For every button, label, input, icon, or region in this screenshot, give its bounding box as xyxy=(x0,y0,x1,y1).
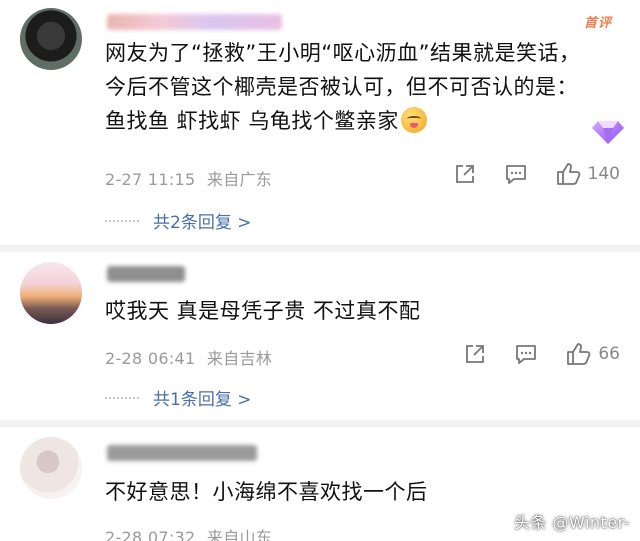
thumbs-up-icon xyxy=(567,343,591,365)
comment-button[interactable] xyxy=(504,163,528,185)
comment-location: 来自山东 xyxy=(206,528,273,541)
avatar[interactable] xyxy=(20,437,82,499)
comment-location: 来自吉林 xyxy=(206,349,273,368)
comment-icon xyxy=(505,165,526,184)
comment-separator xyxy=(0,245,640,252)
comment-text: 哎我天 真是母凭子贵 不过真不配 xyxy=(105,299,421,323)
share-button[interactable] xyxy=(454,163,476,185)
comment-location: 来自广东 xyxy=(206,170,273,189)
share-button[interactable] xyxy=(464,343,486,365)
share-icon xyxy=(455,165,474,183)
comment-time: 2-28 06:41 xyxy=(105,349,196,368)
comment-text: 网友为了“拯救”王小明“呕心沥血”结果就是笑话，今后不管这个椰壳是否被认可，但不… xyxy=(105,41,581,133)
comment-time: 2-28 07:32 xyxy=(105,528,196,541)
like-count: 66 xyxy=(598,344,620,364)
share-icon xyxy=(466,345,485,363)
comment-item: 哎我天 真是母凭子贵 不过真不配 2-28 06:41 来自吉林 66 共1条回… xyxy=(0,252,640,420)
comment-item: 首评 网友为了“拯救”王小明“呕心沥血”结果就是笑话，今后不管这个椰壳是否被认可… xyxy=(0,0,640,245)
comment-actions: 140 xyxy=(426,162,620,186)
comment-time: 2-27 11:15 xyxy=(105,170,196,189)
avatar[interactable] xyxy=(20,262,82,324)
like-button[interactable]: 140 xyxy=(556,162,620,186)
like-count: 140 xyxy=(587,164,620,184)
replies-count-label: 共2条回复 > xyxy=(153,213,252,233)
replies-count-label: 共1条回复 > xyxy=(153,390,252,410)
username-blurred[interactable] xyxy=(107,14,282,30)
reply-divider xyxy=(105,219,139,222)
comment-meta: 2-28 07:32 来自山东 xyxy=(105,524,272,541)
username-blurred[interactable] xyxy=(107,445,257,461)
comment-icon xyxy=(516,345,537,364)
view-replies-link[interactable]: 共2条回复 > xyxy=(105,208,251,233)
view-replies-link[interactable]: 共1条回复 > xyxy=(105,385,251,410)
comment-separator xyxy=(0,420,640,427)
comment-text: 不好意思！小海绵不喜欢找一个后 xyxy=(105,480,428,504)
first-comment-badge: 首评 xyxy=(583,16,612,31)
avatar[interactable] xyxy=(20,8,82,70)
comment-actions: 66 xyxy=(436,342,620,366)
comment-meta: 2-28 06:41 来自吉林 xyxy=(105,345,272,369)
comment-meta: 2-27 11:15 来自广东 xyxy=(105,166,272,190)
source-watermark: 头条 @Winter- xyxy=(513,513,630,532)
comment-button[interactable] xyxy=(514,343,538,365)
thumbs-up-icon xyxy=(556,163,580,185)
drooling-face-emoji-icon xyxy=(400,107,427,133)
diamond-badge-icon xyxy=(592,121,624,144)
username-blurred[interactable] xyxy=(107,266,185,282)
like-button[interactable]: 66 xyxy=(566,342,620,366)
reply-divider xyxy=(105,396,139,399)
